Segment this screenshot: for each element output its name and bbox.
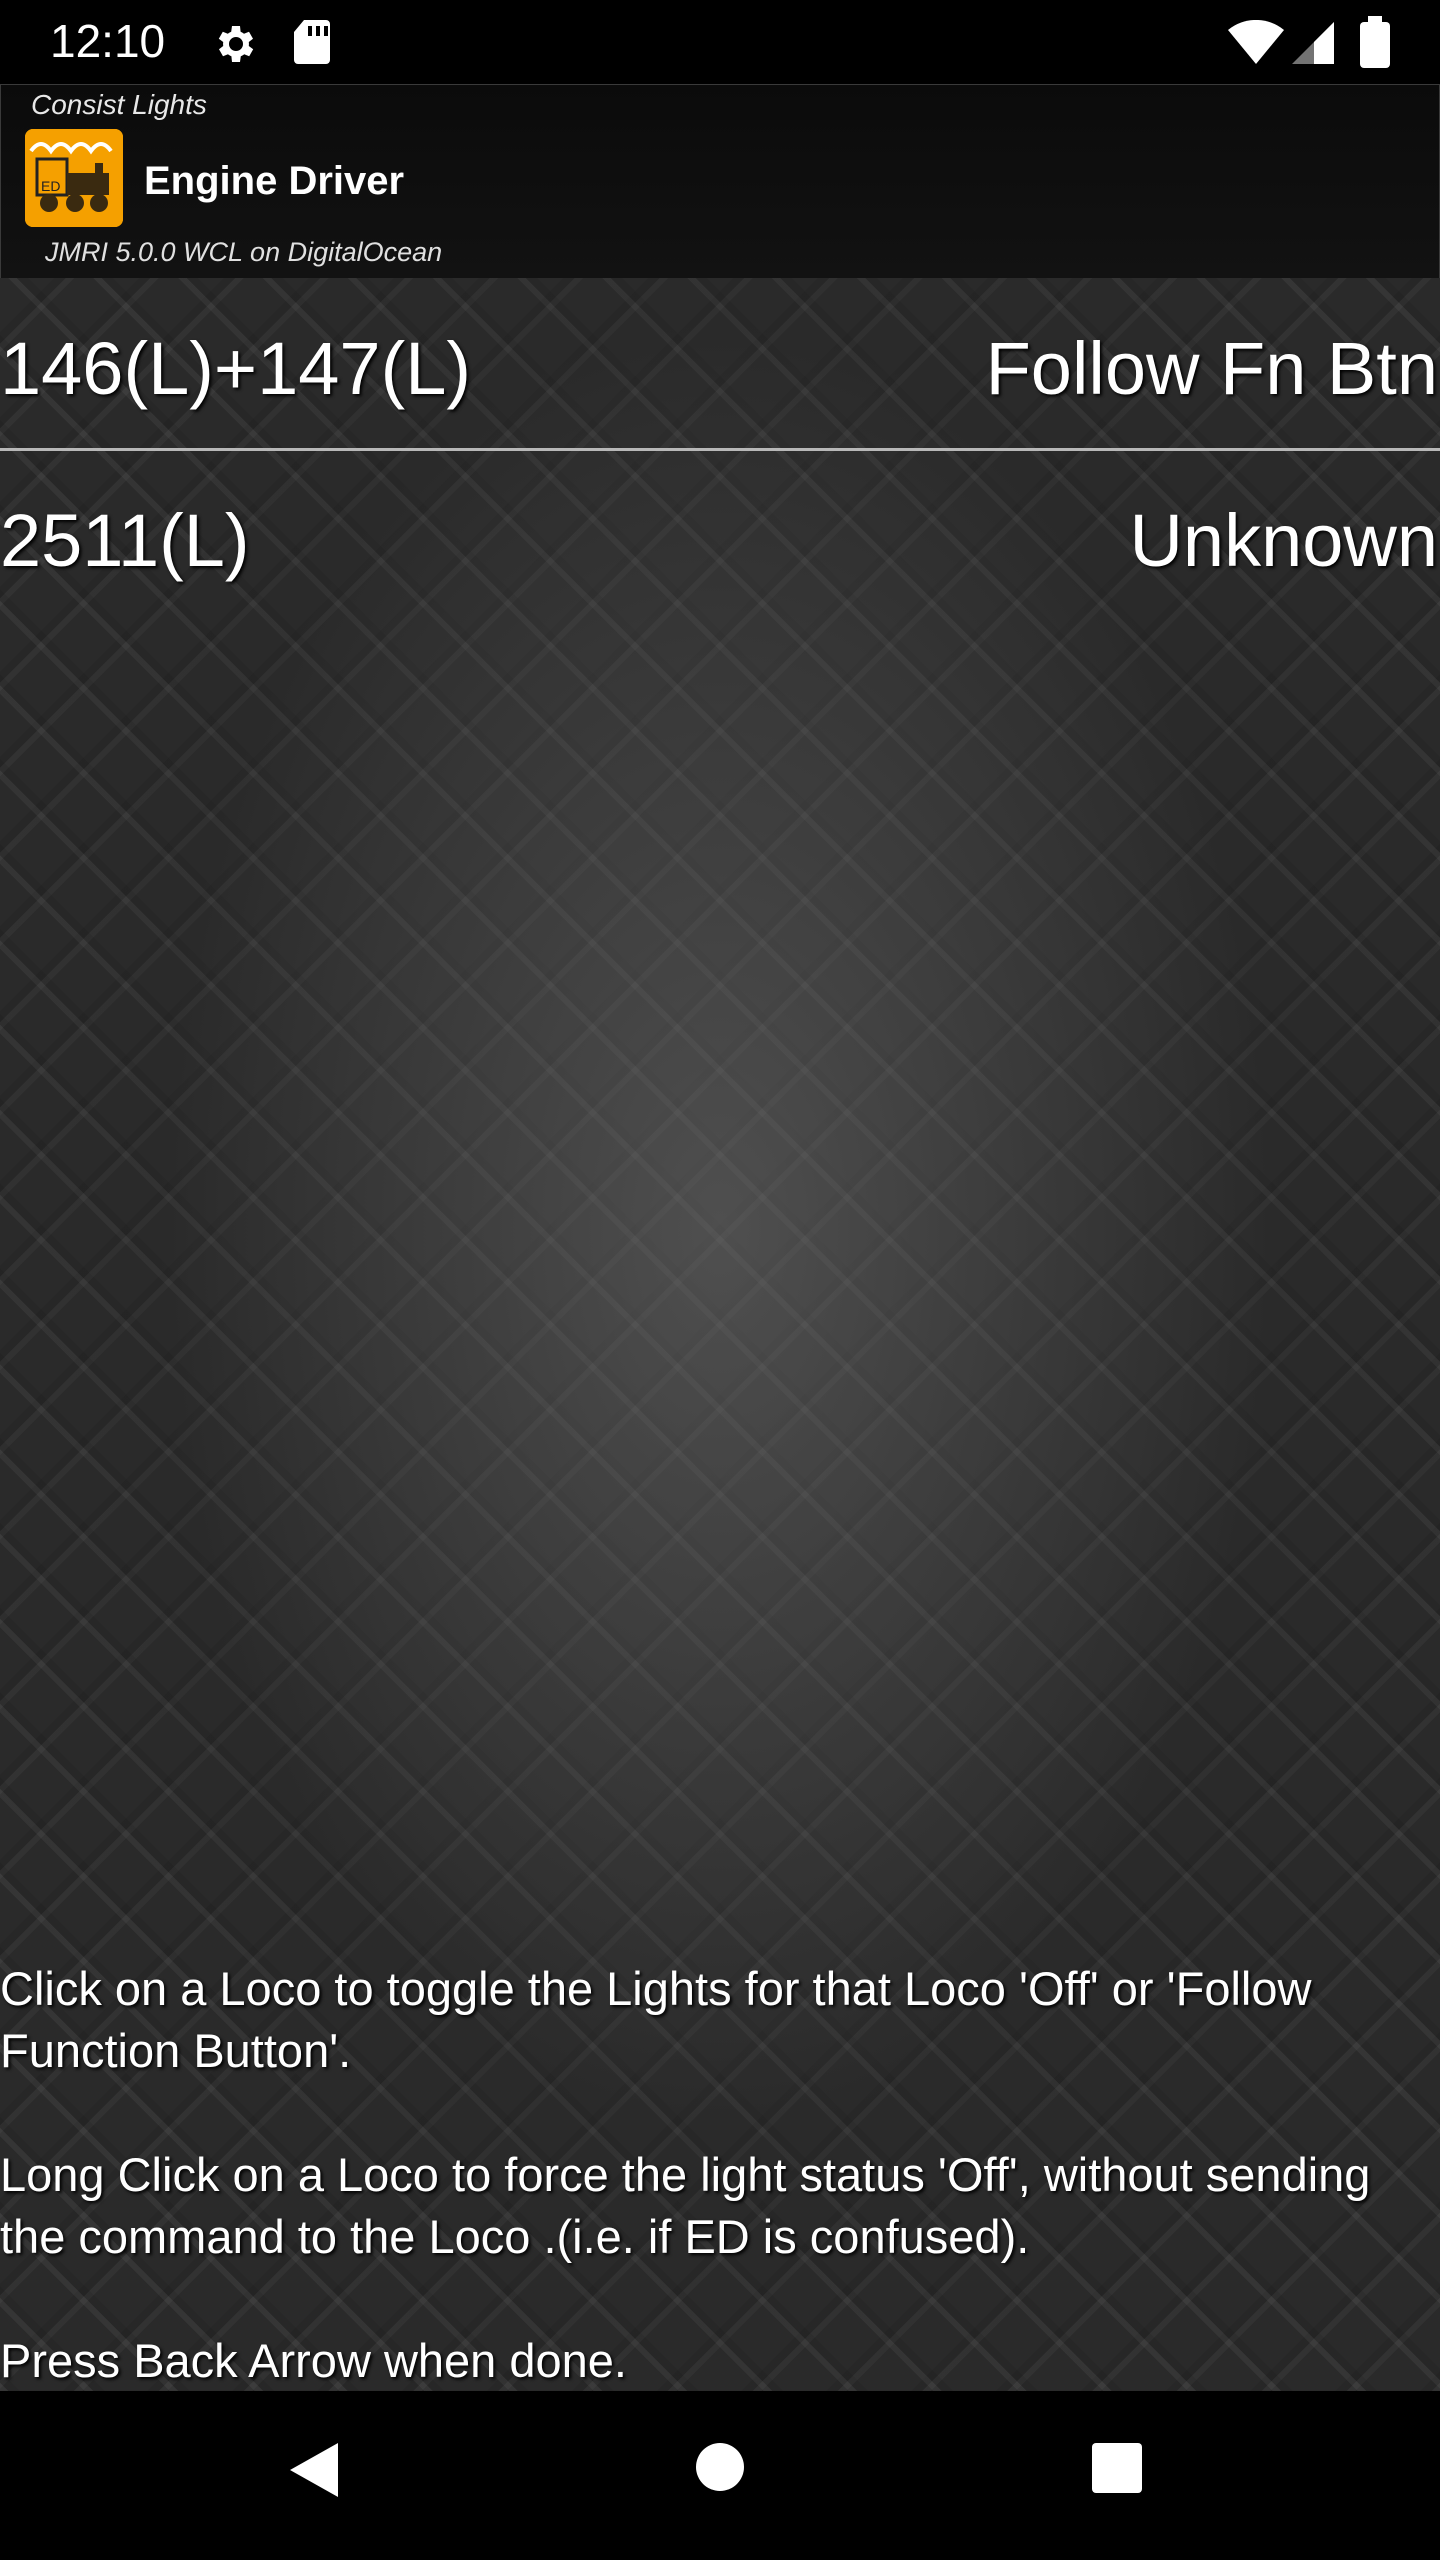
svg-text:ED: ED (41, 178, 60, 194)
home-icon[interactable] (694, 2441, 746, 2498)
recents-icon[interactable] (1090, 2441, 1144, 2500)
screen-subtitle: Consist Lights (31, 89, 207, 120)
sd-card-icon (292, 18, 332, 71)
help-text-back: Press Back Arrow when done. (0, 2334, 627, 2387)
wifi-icon (1228, 19, 1284, 71)
navigation-bar (0, 2391, 1440, 2560)
signal-icon (1290, 20, 1336, 71)
gear-icon (212, 20, 260, 73)
help-text-toggle: Click on a Loco to toggle the Lights for… (0, 1962, 1312, 2077)
app-title: Engine Driver (144, 159, 405, 203)
help-text-long-click: Long Click on a Loco to force the light … (0, 2148, 1371, 2263)
status-time: 12:10 (50, 15, 166, 67)
loco-light-status: Unknown (1129, 499, 1438, 582)
app-header: Consist Lights ED Engine Driver JMRI 5.0… (0, 84, 1440, 280)
status-bar: 12:10 (0, 0, 1440, 84)
loco-id: 146(L)+147(L) (0, 327, 472, 410)
battery-icon (1360, 16, 1390, 73)
back-icon[interactable] (286, 2439, 342, 2506)
consist-lights-list: 146(L)+147(L) Follow Fn Btn 2511(L) Unkn… (0, 278, 1440, 2391)
app-logo-icon: ED (25, 129, 123, 227)
server-name: JMRI 5.0.0 WCL on DigitalOcean (45, 237, 443, 267)
loco-light-status: Follow Fn Btn (985, 327, 1438, 410)
loco-id: 2511(L) (0, 499, 250, 582)
loco-row[interactable]: 2511(L) Unknown (0, 490, 1440, 600)
row-divider (0, 448, 1440, 451)
loco-row[interactable]: 146(L)+147(L) Follow Fn Btn (0, 318, 1440, 428)
